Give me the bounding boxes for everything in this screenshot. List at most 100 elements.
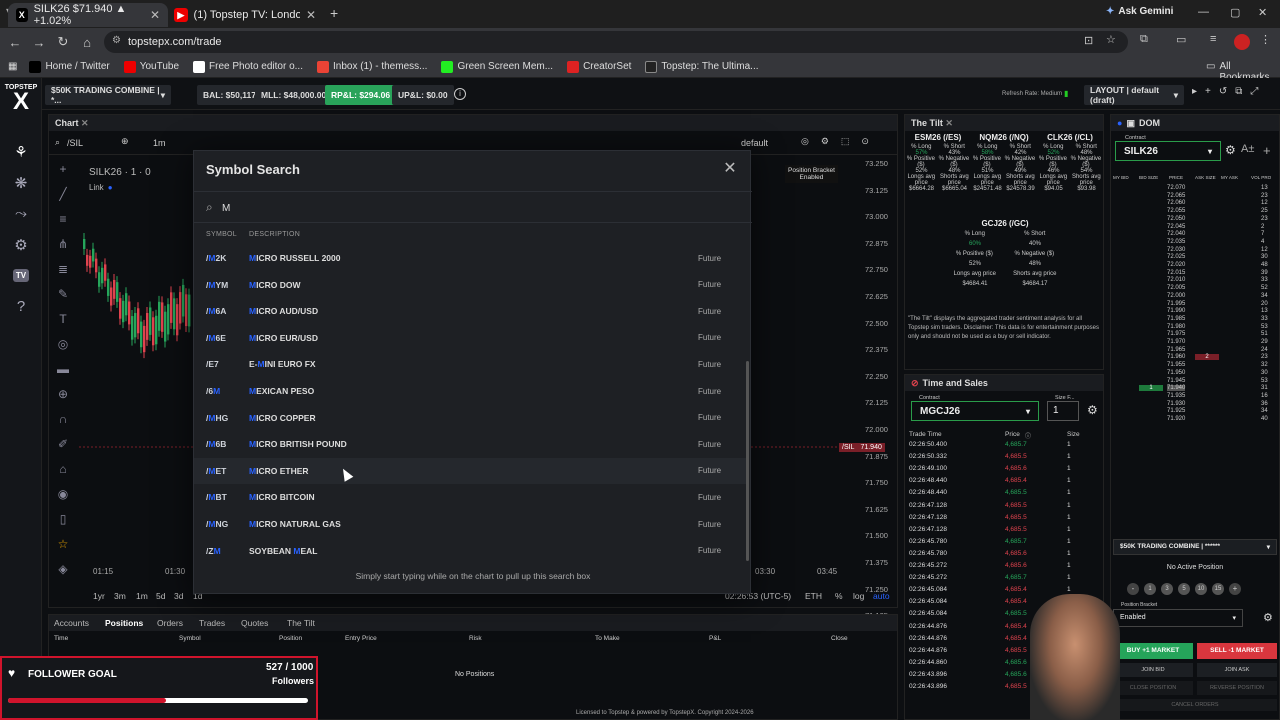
site-info-icon[interactable]: ⚙ [112,35,121,46]
dom-row[interactable]: 71.990 13 [1111,308,1279,316]
profile-avatar[interactable] [1234,34,1250,50]
bracket-15[interactable]: 15 [1212,583,1224,595]
log-toggle[interactable]: log [853,591,864,601]
settings-icon[interactable]: ⚙ [0,229,42,260]
dom-row[interactable]: 71.920 40 [1111,416,1279,424]
close-position-button[interactable]: CLOSE POSITION [1113,681,1193,695]
add-icon[interactable]: + [1263,143,1271,158]
dom-row[interactable]: 72.000 34 [1111,293,1279,301]
dom-account-select[interactable]: $50K TRADING COMBINE | ****** ▾ [1113,539,1277,555]
tv-icon[interactable]: TV [0,260,42,291]
favorite-icon[interactable]: ☆ [49,532,77,557]
dom-row[interactable]: 72.060 12 [1111,200,1279,208]
dom-row[interactable]: 71.930 36 [1111,401,1279,409]
dom-row[interactable]: 72.070 13 [1111,185,1279,193]
ruler-icon[interactable]: ▬ [49,357,77,382]
cancel-orders-button[interactable]: CANCEL ORDERS [1113,699,1277,711]
ask-gemini-button[interactable]: ✦ Ask Gemini [1106,6,1173,17]
ts-size-input[interactable]: 1 [1047,401,1079,421]
help-icon[interactable]: ? [0,291,42,322]
search-result-row[interactable]: /M2K MICRO RUSSELL 2000 Future [194,245,746,271]
dom-row[interactable]: 72.055 25 [1111,208,1279,216]
close-icon[interactable]: ✕ [81,118,89,128]
magnet-icon[interactable]: ∩ [49,407,77,432]
font-size-icon[interactable]: A± [1241,143,1254,155]
eye-icon[interactable]: ◉ [49,482,77,507]
trash-icon[interactable]: ▯ [49,507,77,532]
back-icon[interactable]: ← [3,35,27,50]
trade-icon[interactable]: ⚘ [0,136,42,167]
search-result-row[interactable]: /6M MEXICAN PESO Future [194,378,746,404]
gear-icon[interactable]: ⚙ [1087,403,1098,417]
search-result-row[interactable]: /E7 E-MINI EURO FX Future [194,351,746,377]
dom-row[interactable]: 71.950 30 [1111,370,1279,378]
browser-tab-1[interactable]: X SILK26 $71.940 ▲ +1.02% ✕ [8,3,168,27]
apps-icon[interactable]: ▦ [8,61,17,72]
bookmark-star-icon[interactable]: ☆ [1106,33,1116,46]
tab-trades[interactable]: Trades [199,618,225,628]
bookmark-twitter[interactable]: Home / Twitter [29,60,110,73]
gear-icon[interactable]: ⚙ [1225,143,1236,157]
auto-toggle[interactable]: auto [873,591,890,601]
dom-row[interactable]: 71.985 33 [1111,316,1279,324]
url-field[interactable]: ⚙ topstepx.com/trade [104,31,1128,53]
cast-icon[interactable]: ▭ [1176,33,1186,46]
fib-icon[interactable]: ≣ [49,257,77,282]
lines-icon[interactable]: ≡ [49,207,77,232]
tf-1yr[interactable]: 1yr [93,591,105,601]
dom-row[interactable]: 71.935 16 [1111,393,1279,401]
dom-ask-order[interactable]: 2 [1195,354,1219,361]
community-icon[interactable]: ❋ [0,167,42,198]
sell-market-button[interactable]: SELL -1 MARKET [1197,643,1277,659]
dom-row[interactable]: 72.020 48 [1111,262,1279,270]
pct-toggle[interactable]: % [835,591,843,601]
search-result-row[interactable]: /MNG MICRO NATURAL GAS Future [194,511,746,537]
tf-5d[interactable]: 5d [156,591,165,601]
search-result-row[interactable]: /ZM SOYBEAN MEAL Future [194,538,746,564]
bracket-1[interactable]: 1 [1144,583,1156,595]
lock-icon[interactable]: ⌂ [49,457,77,482]
position-bracket-badge[interactable]: Position Bracket Enabled [785,165,838,183]
close-icon[interactable]: ✕ [722,161,738,177]
crosshair-icon[interactable]: + [49,157,77,182]
new-tab-button[interactable]: + [330,5,338,21]
dom-row[interactable]: 72.005 52 [1111,285,1279,293]
dom-row[interactable]: 71.995 20 [1111,301,1279,309]
search-result-row[interactable]: /M6B MICRO BRITISH POUND Future [194,431,746,457]
tf-3m[interactable]: 3m [114,591,126,601]
reverse-position-button[interactable]: REVERSE POSITION [1197,681,1277,695]
close-tab-icon[interactable]: ✕ [306,8,316,22]
close-window-icon[interactable]: ✕ [1258,6,1267,19]
dom-row[interactable]: 72.010 33 [1111,277,1279,285]
dom-row[interactable]: 71.965 24 [1111,347,1279,355]
dom-row[interactable]: 72.040 7 [1111,231,1279,239]
bookmark-youtube[interactable]: YouTube [123,60,179,73]
plus-button[interactable]: + [1229,583,1241,595]
dom-row[interactable]: 72.025 30 [1111,254,1279,262]
dom-row[interactable]: 72.050 23 [1111,216,1279,224]
search-icon[interactable]: ⌕ [55,137,60,148]
tab-tilt[interactable]: The Tilt [287,618,315,628]
tf-1m[interactable]: 1m [136,591,148,601]
interval-button[interactable]: 1m [153,138,166,148]
gear-icon[interactable]: ⚙ [1263,611,1273,624]
dom-row[interactable]: 71.945 53 [1111,378,1279,386]
buy-market-button[interactable]: BUY +1 MARKET [1113,643,1193,659]
install-icon[interactable]: ⊡ [1084,34,1093,47]
search-result-row[interactable]: /MBT MICRO BITCOIN Future [194,484,746,510]
symbol-search-input[interactable] [222,200,722,216]
dom-contract-select[interactable]: SILK26 ▾ [1115,141,1221,161]
text-icon[interactable]: T [49,307,77,332]
reading-list-icon[interactable]: ≡ [1210,33,1216,45]
dom-row[interactable]: 71.925 34 [1111,408,1279,416]
tab-quotes[interactable]: Quotes [241,618,268,628]
bookmark-topstep[interactable]: Topstep: The Ultima... [645,60,759,73]
dom-row[interactable]: 1 71.940 31 [1111,385,1279,393]
maximize-icon[interactable]: ▢ [1230,6,1240,19]
tab-positions[interactable]: Positions [105,618,143,628]
dom-bid-order[interactable]: 1 [1139,385,1163,392]
brush-icon[interactable]: ✎ [49,282,77,307]
chart-symbol[interactable]: /SIL [67,138,83,148]
pattern-icon[interactable]: ◎ [49,332,77,357]
minus-button[interactable]: - [1127,583,1139,595]
